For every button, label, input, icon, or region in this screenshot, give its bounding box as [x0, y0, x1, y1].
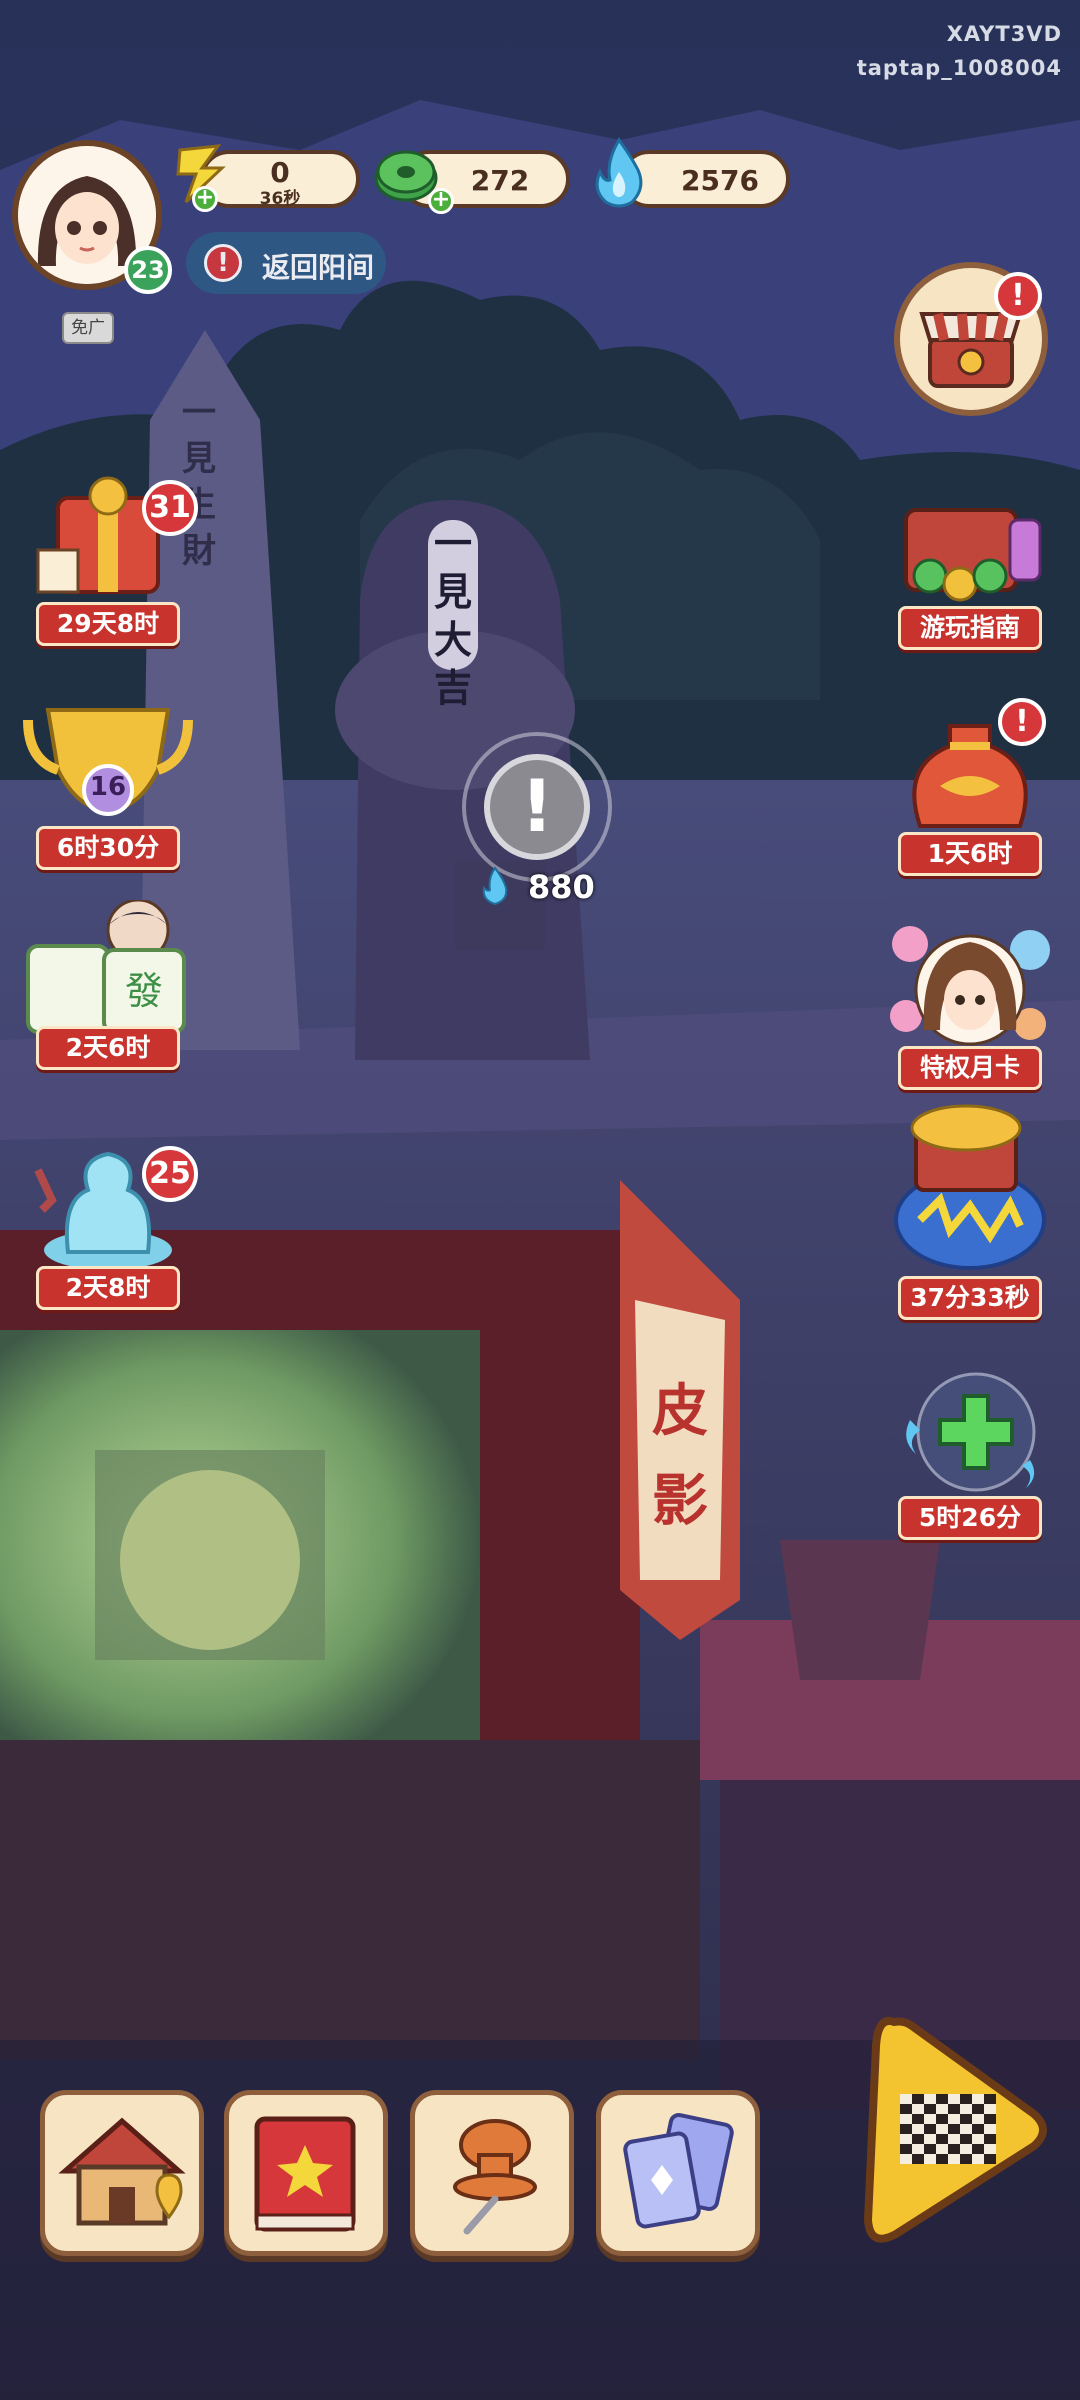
player-level-badge: 23	[124, 246, 172, 294]
board-button[interactable]	[848, 2006, 1048, 2256]
left-event-mahjong[interactable]: 發 2天6时	[18, 898, 198, 1070]
npc-quest-button[interactable]: !	[462, 732, 612, 882]
flame-value: 2576	[681, 164, 759, 197]
left-event-statue-badge: 25	[142, 1146, 198, 1202]
watermark-user: taptap_1008004	[856, 56, 1062, 80]
left-event-gift-timer: 29天8时	[36, 602, 180, 646]
cost-flame-icon	[482, 866, 508, 906]
banner-text: 皮	[652, 1381, 708, 1443]
alert-icon: !	[204, 244, 242, 282]
left-event-trophy-timer: 6时30分	[36, 826, 180, 870]
book-icon	[254, 2116, 356, 2232]
svg-text:影: 影	[652, 1471, 708, 1533]
right-event-lucky-bag-timer: 1天6时	[898, 832, 1042, 876]
right-event-guide[interactable]: 游玩指南	[880, 480, 1060, 650]
coin-value: 272	[470, 164, 530, 197]
right-event-lucky-bag-alert: !	[998, 698, 1046, 746]
shop-alert-badge: !	[994, 272, 1042, 320]
right-event-gold-treasure-timer: 37分33秒	[898, 1276, 1042, 1320]
svg-text:發: 發	[125, 971, 163, 1013]
trophy-level: 16	[89, 772, 127, 802]
left-event-gift-badge: 31	[142, 480, 198, 536]
checkerboard-icon	[863, 2017, 1047, 2243]
watermark-id: XAYT3VD	[946, 22, 1062, 46]
mahjong-tile-icon: 發	[26, 898, 186, 1034]
right-event-gold-treasure[interactable]: 37分33秒	[880, 1100, 1060, 1320]
gold-treasure-icon	[894, 1104, 1046, 1270]
home-button[interactable]	[40, 2090, 204, 2256]
left-event-mahjong-timer: 2天6时	[36, 1026, 180, 1070]
blue-flame-icon	[588, 136, 650, 214]
exclamation-icon: !	[484, 754, 590, 860]
character-card-icon	[890, 926, 1050, 1046]
return-label: 返回阳间	[262, 251, 375, 284]
left-event-statue-timer: 2天8时	[36, 1266, 180, 1310]
right-event-monthly-card[interactable]: 特权月卡	[880, 920, 1060, 1090]
energy-add-button[interactable]: +	[192, 186, 218, 212]
return-to-world-button[interactable]: ! 返回阳间	[186, 232, 386, 294]
pushpin-icon	[453, 2119, 537, 2235]
book-button[interactable]	[224, 2090, 388, 2256]
cards-icon	[623, 2112, 734, 2229]
npc-cost-value: 880	[528, 868, 595, 906]
treasure-chest-icon	[904, 508, 1042, 602]
right-event-monthly-card-label: 特权月卡	[898, 1046, 1042, 1090]
pin-button[interactable]	[410, 2090, 574, 2256]
no-ads-button[interactable]: 免广	[62, 312, 114, 344]
right-event-heal-orb[interactable]: 5时26分	[880, 1370, 1060, 1540]
right-event-guide-label: 游玩指南	[898, 606, 1042, 650]
heal-orb-icon	[906, 1372, 1036, 1492]
tombstone-front-text: 一見大吉	[428, 520, 478, 710]
right-event-heal-orb-timer: 5时26分	[898, 1496, 1042, 1540]
golden-trophy-icon	[23, 708, 193, 816]
left-event-trophy[interactable]: 16 6时30分	[18, 700, 198, 870]
house-icon	[58, 2117, 186, 2226]
coin-add-button[interactable]: +	[428, 188, 454, 214]
cards-button[interactable]	[596, 2090, 760, 2256]
